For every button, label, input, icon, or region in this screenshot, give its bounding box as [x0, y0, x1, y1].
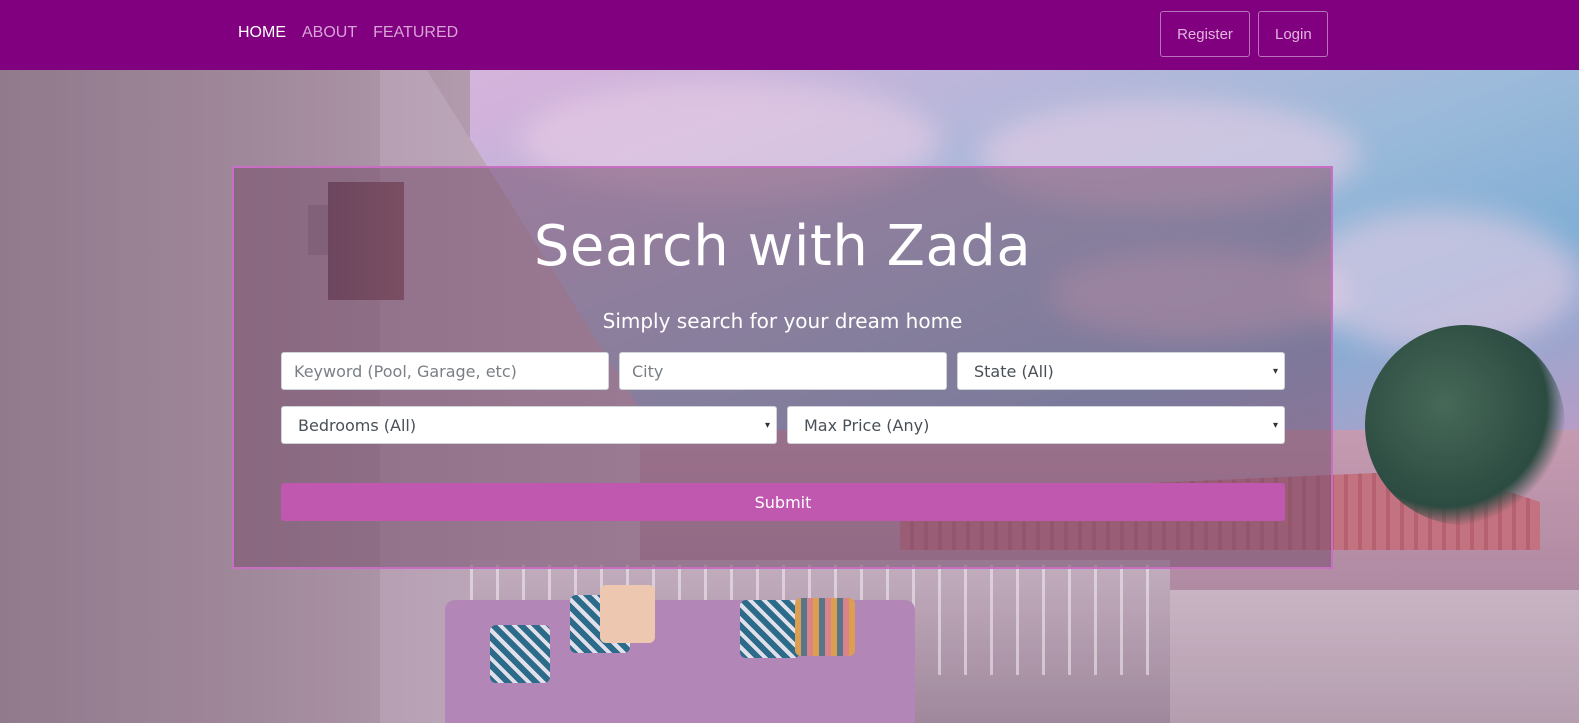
login-button[interactable]: Login: [1258, 11, 1328, 57]
bedrooms-select[interactable]: Bedrooms (All) ▾: [281, 406, 777, 444]
submit-button[interactable]: Submit: [281, 483, 1285, 521]
bedrooms-select-value: Bedrooms (All): [298, 415, 417, 435]
search-title: Search with Zada: [533, 214, 1032, 279]
nav-home-link[interactable]: HOME: [238, 24, 286, 42]
register-button[interactable]: Register: [1160, 11, 1250, 57]
max-price-select[interactable]: Max Price (Any) ▾: [787, 406, 1285, 444]
max-price-select-value: Max Price (Any): [804, 415, 930, 435]
auth-buttons: Register Login: [1160, 11, 1328, 57]
nav-about-link[interactable]: ABOUT: [302, 24, 357, 42]
state-select[interactable]: State (All) ▾: [957, 352, 1285, 390]
top-navbar: HOME ABOUT FEATURED Register Login: [0, 0, 1579, 70]
nav-links: HOME ABOUT FEATURED: [238, 24, 458, 42]
state-select-value: State (All): [974, 361, 1054, 381]
search-subtitle: Simply search for your dream home: [602, 309, 963, 333]
keyword-input[interactable]: [281, 352, 609, 390]
nav-featured-link[interactable]: FEATURED: [373, 24, 458, 42]
chevron-down-icon: ▾: [1272, 420, 1278, 431]
chevron-down-icon: ▾: [1272, 366, 1278, 377]
chevron-down-icon: ▾: [764, 420, 770, 431]
city-input[interactable]: [619, 352, 947, 390]
search-panel: Search with Zada Simply search for your …: [232, 166, 1333, 569]
